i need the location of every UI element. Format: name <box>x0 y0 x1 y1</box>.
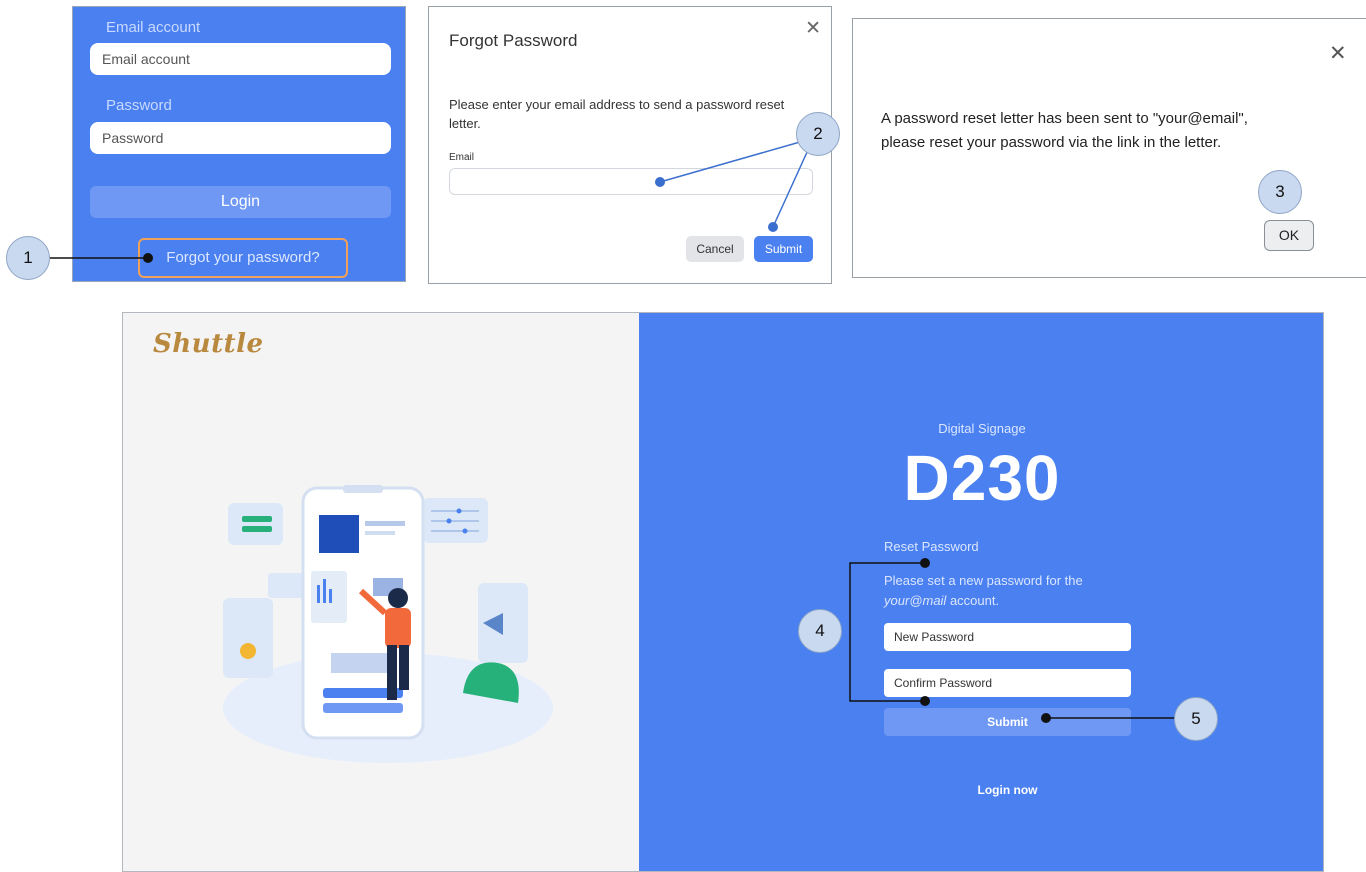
reset-message-email: your@mail <box>884 593 947 608</box>
login-panel: Email account Email account Password Pas… <box>72 6 406 282</box>
forgot-password-dialog: Forgot Password ✕ Please enter your emai… <box>428 6 832 284</box>
dialog-message: Please enter your email address to send … <box>449 97 785 131</box>
email-field-label: Email <box>449 152 475 163</box>
dialog-title: Forgot Password <box>449 31 578 50</box>
shuttle-logo: Shuttle <box>153 329 264 359</box>
callout-4: 4 <box>798 609 842 653</box>
login-button[interactable]: Login <box>90 186 391 218</box>
email-field[interactable] <box>449 168 813 195</box>
confirm-password-input[interactable]: Confirm Password <box>884 669 1131 697</box>
close-icon[interactable]: ✕ <box>1329 41 1347 66</box>
sent-message: A password reset letter has been sent to… <box>881 107 1331 155</box>
reset-sent-dialog: ✕ A password reset letter has been sent … <box>852 18 1366 278</box>
phone-illustration <box>223 485 553 763</box>
sent-message-line1: A password reset letter has been sent to… <box>881 110 1248 127</box>
close-icon[interactable]: ✕ <box>805 17 821 40</box>
callout-5: 5 <box>1174 697 1218 741</box>
reset-form-area: Digital Signage D230 Reset Password Plea… <box>639 313 1323 871</box>
email-label: Email account <box>106 19 201 36</box>
app-subtitle: Digital Signage <box>938 421 1026 436</box>
reset-title: Reset Password <box>884 539 979 554</box>
password-label: Password <box>106 97 172 114</box>
app-title: D230 <box>903 442 1061 514</box>
password-input[interactable]: Password <box>90 122 391 154</box>
sent-message-line2: please reset your password via the link … <box>881 134 1222 151</box>
login-now-link[interactable]: Login now <box>884 783 1131 797</box>
forgot-password-link[interactable]: Forgot your password? <box>138 238 348 278</box>
reset-message-suffix: account. <box>946 593 1000 608</box>
ok-button[interactable]: OK <box>1264 220 1314 251</box>
reset-password-page: Shuttle Digital Signage D230 Reset Passw… <box>122 312 1324 872</box>
callout-1: 1 <box>6 236 50 280</box>
callout-2: 2 <box>796 112 840 156</box>
cancel-button[interactable]: Cancel <box>686 236 744 262</box>
illustration-area: Shuttle <box>123 313 639 871</box>
reset-message-prefix: Please set a new password for the <box>884 573 1083 588</box>
submit-button[interactable]: Submit <box>754 236 813 262</box>
reset-submit-button[interactable]: Submit <box>884 708 1131 736</box>
email-input[interactable]: Email account <box>90 43 391 75</box>
callout-3: 3 <box>1258 170 1302 214</box>
new-password-input[interactable]: New Password <box>884 623 1131 651</box>
reset-message: Please set a new password for the your@m… <box>884 571 1144 611</box>
